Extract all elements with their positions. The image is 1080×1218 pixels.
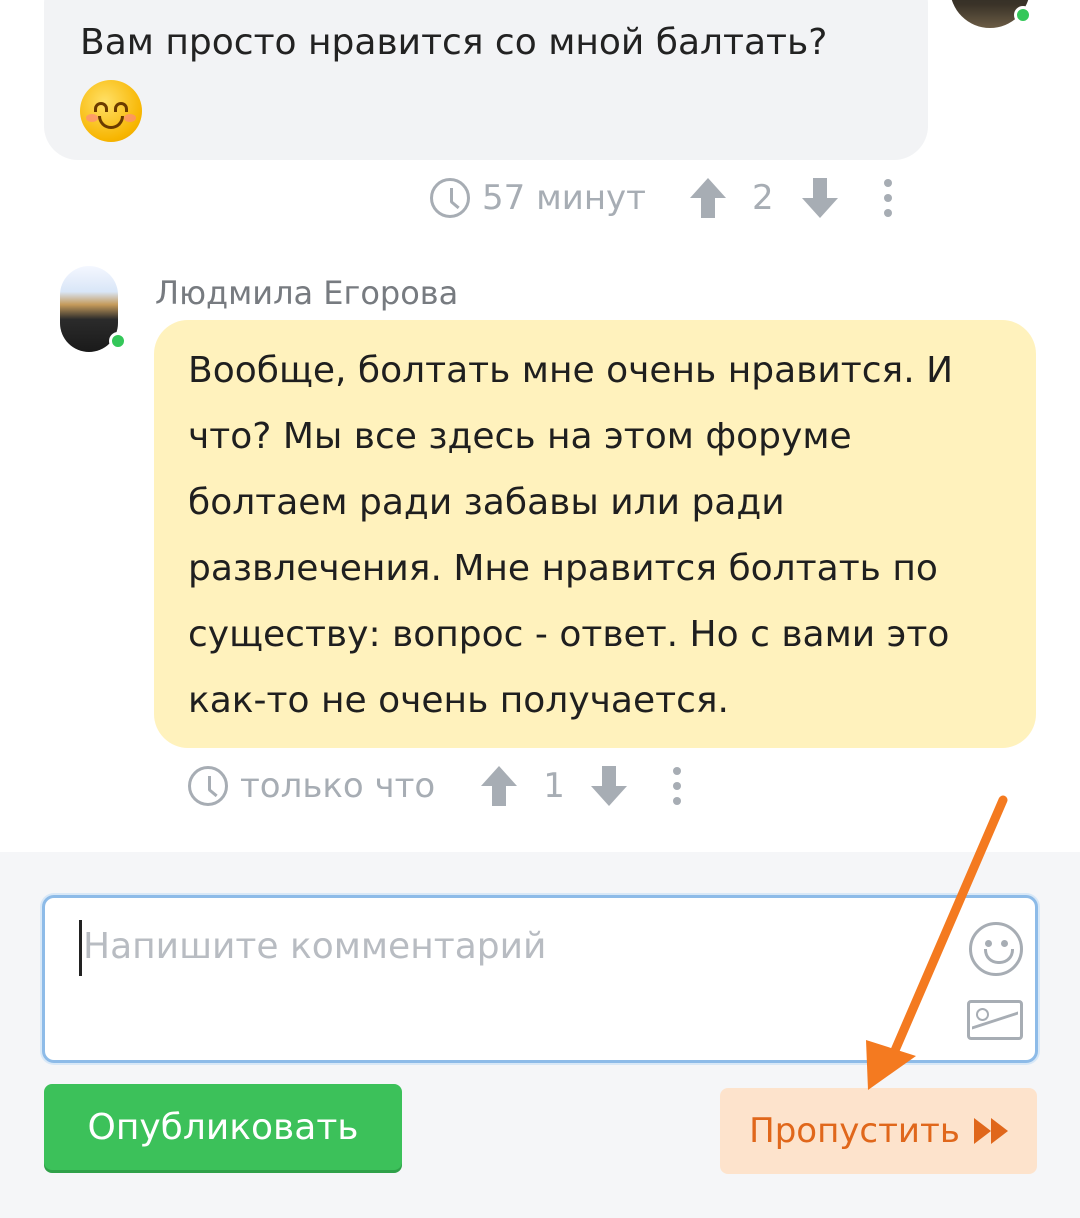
skip-button-label: Пропустить: [749, 1111, 960, 1151]
vote-count: 2: [751, 178, 774, 218]
fast-forward-icon: [973, 1118, 1008, 1144]
kebab-menu-icon[interactable]: [883, 179, 892, 217]
vote-count: 1: [543, 766, 565, 806]
comment-bubble: Вообще, болтать мне очень нравится. И чт…: [154, 320, 1036, 748]
arrow-up-icon[interactable]: [481, 766, 518, 806]
comment-input-placeholder: Напишите комментарий: [83, 926, 547, 967]
arrow-down-icon[interactable]: [801, 178, 838, 218]
comment-meta: только что 1: [188, 766, 681, 806]
comment-bubble: Вам просто нравится со мной балтать?: [44, 0, 928, 160]
comment-text: Вам просто нравится со мной балтать?: [80, 22, 828, 63]
arrow-up-icon[interactable]: [689, 178, 726, 218]
smiling-face-emoji-icon: [80, 80, 142, 142]
comment-time: 57 минут: [482, 178, 646, 218]
kebab-menu-icon[interactable]: [672, 767, 681, 805]
clock-icon: [430, 178, 470, 218]
comment-text: Вообще, болтать мне очень нравится. И чт…: [188, 350, 954, 721]
comment-time: только что: [240, 766, 436, 806]
smile-icon[interactable]: [969, 922, 1023, 976]
arrow-down-icon[interactable]: [590, 766, 627, 806]
text-cursor: [79, 920, 82, 976]
online-indicator: [109, 332, 127, 350]
comment-author[interactable]: Людмила Егорова: [155, 274, 458, 312]
skip-button[interactable]: Пропустить: [720, 1088, 1037, 1174]
image-icon[interactable]: [967, 1000, 1023, 1040]
clock-icon: [188, 766, 228, 806]
comment-input[interactable]: Напишите комментарий: [42, 895, 1038, 1063]
online-indicator: [1014, 6, 1032, 24]
publish-button[interactable]: Опубликовать: [44, 1084, 402, 1170]
comment-meta: 57 минут 2: [430, 178, 892, 218]
